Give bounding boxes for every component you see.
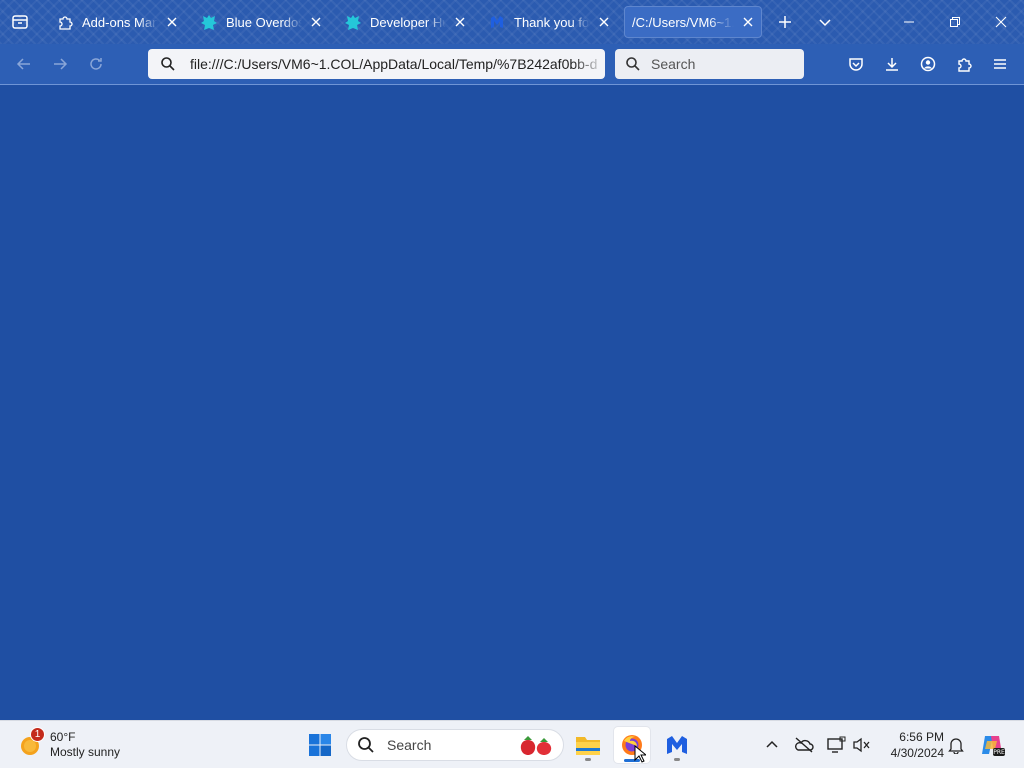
search-icon <box>626 57 640 71</box>
running-indicator <box>585 758 591 761</box>
url-bar[interactable]: file:///C:/Users/VM6~1.COL/AppData/Local… <box>148 49 605 79</box>
firefox-view-icon <box>12 15 28 29</box>
chevron-down-icon <box>819 19 831 27</box>
onedrive-offline-icon <box>795 737 814 753</box>
malwarebytes-taskbar-button[interactable] <box>659 727 695 763</box>
windows-start-icon <box>309 734 331 756</box>
search-icon <box>161 57 175 71</box>
weather-sun-icon: 1 <box>18 727 45 757</box>
malwarebytes-icon <box>667 736 687 754</box>
minimize-icon <box>904 21 914 23</box>
navigation-toolbar: file:///C:/Users/VM6~1.COL/AppData/Local… <box>0 44 1024 85</box>
plus-icon <box>779 16 791 28</box>
weather-badge: 1 <box>30 727 45 742</box>
back-button[interactable] <box>9 49 39 79</box>
restore-button[interactable] <box>932 0 978 44</box>
malwarebytes-icon <box>488 13 506 31</box>
close-tab-icon[interactable] <box>740 14 756 30</box>
pocket-icon <box>849 58 863 71</box>
search-placeholder: Search <box>651 56 696 72</box>
taskbar-search-box[interactable]: Search <box>346 729 564 761</box>
tab-title: Blue Overdose Theme <box>226 14 302 30</box>
volume-tray[interactable] <box>850 733 874 757</box>
network-display-icon <box>827 736 846 753</box>
chevron-up-icon <box>766 740 778 748</box>
copilot-icon: PRE <box>982 736 1005 756</box>
tab-title: /C:/Users/VM6~1.COL <box>632 14 734 30</box>
url-text: file:///C:/Users/VM6~1.COL/AppData/Local… <box>190 56 598 72</box>
taskbar-search-placeholder: Search <box>387 737 432 753</box>
file-explorer-button[interactable] <box>570 727 606 763</box>
tab-strip: Add-ons Manager Blue Overdose Theme Deve… <box>0 0 1024 44</box>
tab-title: Add-ons Manager <box>82 14 158 30</box>
network-tray[interactable] <box>824 733 848 757</box>
close-tab-icon[interactable] <box>164 14 180 30</box>
reload-icon <box>90 58 102 70</box>
weather-widget[interactable]: 1 60°F Mostly sunny <box>18 727 120 763</box>
theme-favicon-icon <box>200 13 218 31</box>
forward-button[interactable] <box>45 49 75 79</box>
puzzle-icon <box>56 13 74 31</box>
tab-developer-hub[interactable]: Developer Hub <box>336 6 474 38</box>
close-tab-icon[interactable] <box>308 14 324 30</box>
pocket-button[interactable] <box>841 49 871 79</box>
minimize-button[interactable] <box>886 0 932 44</box>
theme-favicon-icon <box>344 13 362 31</box>
tab-title: Developer Hub <box>370 14 446 30</box>
list-all-tabs-button[interactable] <box>810 6 840 38</box>
restore-icon <box>950 17 960 27</box>
copilot-button[interactable]: PRE <box>978 733 1006 757</box>
tab-title: Thank you for downloading <box>514 14 590 30</box>
download-icon <box>886 58 898 71</box>
firefox-view-button[interactable] <box>5 6 35 38</box>
downloads-button[interactable] <box>877 49 907 79</box>
search-bar[interactable]: Search <box>615 49 804 79</box>
page-content <box>0 86 1024 720</box>
taskbar: 1 60°F Mostly sunny Search 6:56 PM 4/30/… <box>0 720 1024 768</box>
folder-icon <box>576 737 600 755</box>
close-tab-icon[interactable] <box>452 14 468 30</box>
search-icon <box>358 737 374 753</box>
hamburger-menu-icon <box>994 59 1006 69</box>
tab-add-ons-manager[interactable]: Add-ons Manager <box>48 6 186 38</box>
arrow-right-icon <box>54 58 68 70</box>
app-menu-button[interactable] <box>985 49 1015 79</box>
account-icon <box>920 56 936 72</box>
account-button[interactable] <box>913 49 943 79</box>
notifications-button[interactable] <box>944 733 968 757</box>
tab-active-file[interactable]: /C:/Users/VM6~1.COL <box>624 6 762 38</box>
firefox-taskbar-button[interactable] <box>614 727 650 763</box>
running-indicator <box>674 758 680 761</box>
volume-muted-icon <box>853 737 870 753</box>
notifications-bell-icon <box>948 738 964 754</box>
extensions-button[interactable] <box>949 49 979 79</box>
show-hidden-icons-button[interactable] <box>760 733 784 757</box>
svg-text:PRE: PRE <box>993 749 1005 756</box>
tab-thank-you[interactable]: Thank you for downloading <box>480 6 618 38</box>
mouse-cursor-icon <box>634 745 646 763</box>
tab-blue-overdose[interactable]: Blue Overdose Theme <box>192 6 330 38</box>
strawberry-highlight-icon <box>520 736 552 755</box>
clock-date: 4/30/2024 <box>890 746 944 760</box>
close-icon <box>995 16 1007 28</box>
reload-button[interactable] <box>81 49 111 79</box>
puzzle-icon <box>958 58 972 72</box>
onedrive-tray[interactable] <box>792 733 816 757</box>
arrow-left-icon <box>16 58 30 70</box>
start-button[interactable] <box>302 727 338 763</box>
weather-temperature: 60°F <box>50 730 76 744</box>
new-tab-button[interactable] <box>770 6 800 38</box>
close-window-button[interactable] <box>978 0 1024 44</box>
weather-condition: Mostly sunny <box>50 745 121 759</box>
clock-time: 6:56 PM <box>899 730 944 744</box>
system-clock[interactable]: 6:56 PM 4/30/2024 <box>884 729 944 761</box>
close-tab-icon[interactable] <box>596 14 612 30</box>
